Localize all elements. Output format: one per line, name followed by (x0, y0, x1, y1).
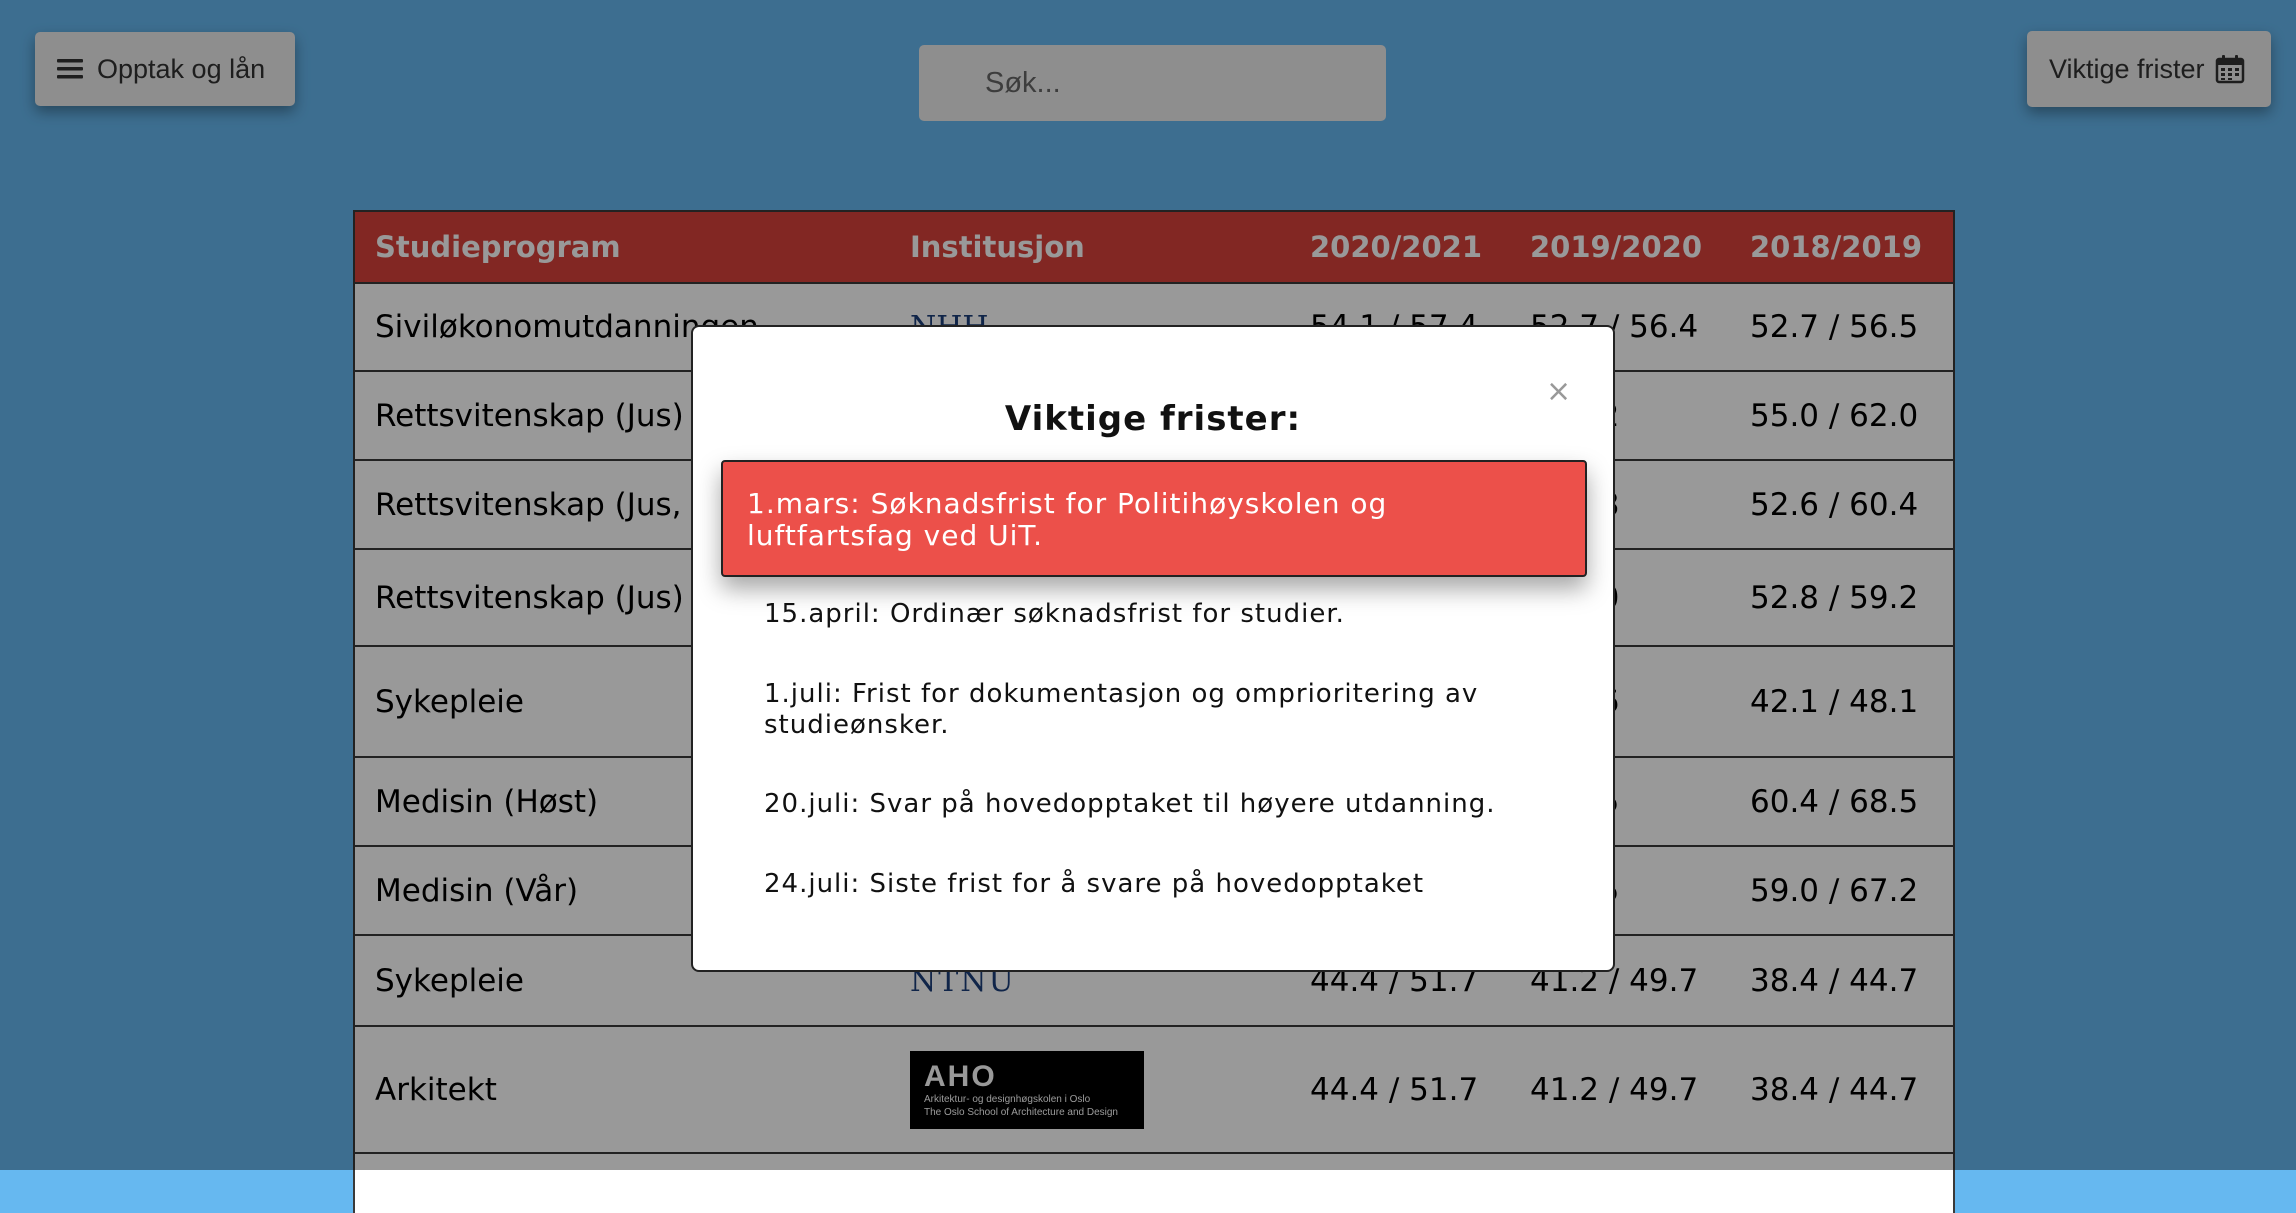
deadlines-modal: Viktige frister: × 1.mars: Søknadsfrist … (691, 325, 1615, 972)
deadline-item: 24.juli: Siste frist for å svare på hove… (764, 869, 1425, 899)
deadline-item: 1.juli: Frist for dokumentasjon og ompri… (764, 679, 1479, 740)
close-icon[interactable]: × (1546, 377, 1571, 407)
deadline-item: 15.april: Ordinær søknadsfrist for studi… (764, 599, 1345, 629)
deadline-item: 20.juli: Svar på hovedopptaket til høyer… (764, 789, 1496, 819)
deadline-item-highlighted: 1.mars: Søknadsfrist for Politihøyskolen… (721, 460, 1587, 577)
modal-title: Viktige frister: (1004, 399, 1302, 439)
